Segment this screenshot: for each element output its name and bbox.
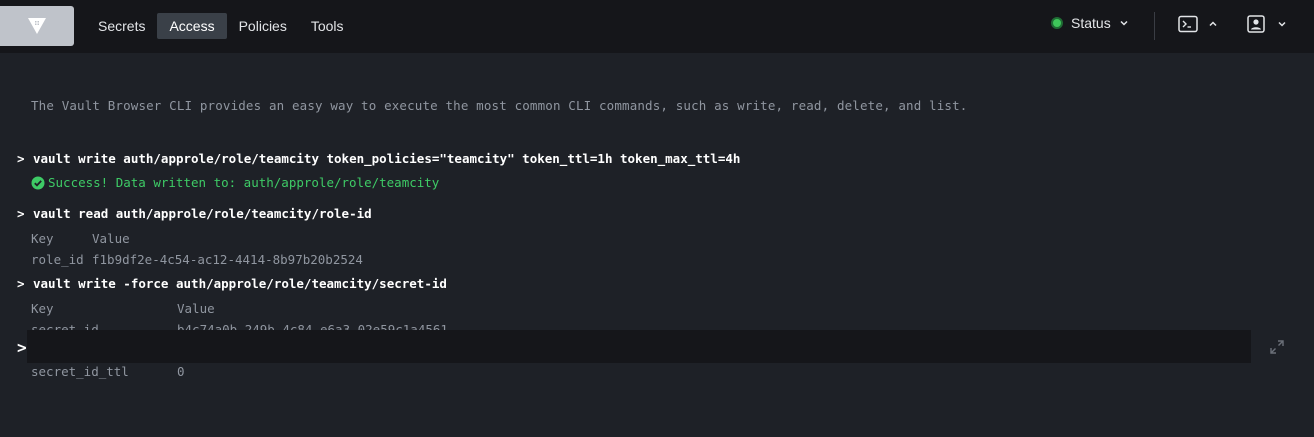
output-row: secret_id_ttl 0: [31, 364, 185, 379]
output-header-value: Value: [177, 301, 215, 316]
check-circle-icon: [31, 176, 45, 189]
status-indicator-icon: [1051, 17, 1063, 29]
console-toggle-button[interactable]: [1178, 15, 1218, 33]
output-header-row: Key Value: [31, 301, 215, 316]
prompt-chevron: >: [17, 151, 25, 166]
output-value: 0: [177, 364, 185, 379]
status-label: Status: [1071, 15, 1111, 31]
expand-console-button[interactable]: [1269, 339, 1285, 359]
top-navigation: Secrets Access Policies Tools Status: [0, 0, 1314, 53]
main-nav: Secrets Access Policies Tools: [86, 13, 356, 39]
console-command-line: > vault write -force auth/approle/role/te…: [17, 276, 447, 291]
command-text: vault write -force auth/approle/role/tea…: [33, 276, 447, 291]
success-message: Success! Data written to: auth/approle/r…: [31, 175, 439, 190]
expand-icon: [1270, 340, 1284, 354]
browser-cli-console: The Vault Browser CLI provides an easy w…: [0, 53, 1314, 437]
output-row: role_id f1b9df2e-4c54-ac12-4414-8b97b20b2…: [31, 252, 363, 267]
status-menu[interactable]: Status: [1051, 15, 1129, 31]
console-command-line: > vault write auth/approle/role/teamcity …: [17, 151, 740, 166]
vault-triangle-icon: [28, 18, 46, 34]
nav-divider: [1154, 12, 1155, 40]
input-prompt-chevron: >: [17, 338, 27, 357]
nav-access[interactable]: Access: [157, 13, 227, 39]
console-intro-text: The Vault Browser CLI provides an easy w…: [31, 98, 968, 113]
console-command-line: > vault read auth/approle/role/teamcity/r…: [17, 206, 372, 221]
output-header-row: Key Value: [31, 231, 130, 246]
success-text: Success! Data written to: auth/approle/r…: [48, 175, 440, 190]
command-text: vault write auth/approle/role/teamcity t…: [33, 151, 741, 166]
output-key: secret_id_ttl: [31, 364, 129, 379]
prompt-chevron: >: [17, 276, 25, 291]
terminal-icon: [1178, 15, 1198, 33]
nav-secrets[interactable]: Secrets: [86, 13, 157, 39]
chevron-down-icon: [1278, 21, 1286, 27]
output-value: f1b9df2e-4c54-ac12-4414-8b97b20b2524: [92, 252, 363, 267]
prompt-chevron: >: [17, 206, 25, 221]
output-header-key: Key: [31, 301, 54, 316]
output-header-key: Key: [31, 231, 54, 246]
chevron-down-icon: [1120, 20, 1128, 26]
nav-tools[interactable]: Tools: [299, 13, 356, 39]
user-menu-button[interactable]: [1247, 15, 1287, 33]
command-text: vault read auth/approle/role/teamcity/ro…: [33, 206, 372, 221]
output-key: role_id: [31, 252, 84, 267]
nav-policies[interactable]: Policies: [227, 13, 299, 39]
output-header-value: Value: [92, 231, 130, 246]
chevron-up-icon: [1209, 21, 1217, 27]
user-icon: [1247, 15, 1265, 33]
console-input[interactable]: [27, 330, 1251, 363]
vault-logo[interactable]: [0, 6, 74, 46]
